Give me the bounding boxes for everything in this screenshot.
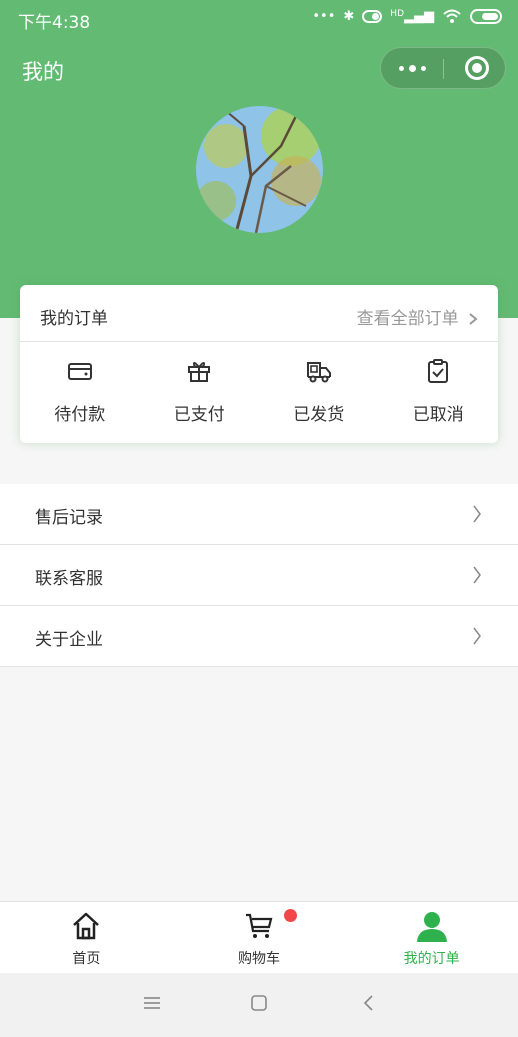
order-status-shipped[interactable]: 已发货 [259,342,379,442]
home-icon [73,912,100,940]
status-time: 下午4:38 [18,13,91,33]
order-card-header: 我的订单 查看全部订单 [20,285,498,342]
menu-item-about-company[interactable]: 关于企业 [0,606,518,667]
back-icon[interactable] [360,993,378,1013]
menu-icon[interactable] [143,993,161,1013]
capsule-divider [443,59,444,79]
order-status-list: 待付款 已支付 已发货 已取消 [20,342,498,442]
menu-item-label: 联系客服 [35,569,103,589]
dot-icon [408,64,416,72]
system-nav-bar [0,973,518,1037]
order-status-paid[interactable]: 已支付 [140,342,260,442]
chevron-right-icon [473,627,481,645]
order-status-label: 已取消 [412,405,464,425]
dot-icon [398,65,404,71]
signal-label: HD [390,8,404,19]
battery-icon [470,8,502,24]
tab-label: 购物车 [238,951,280,967]
order-status-cancelled[interactable]: 已取消 [379,342,499,442]
avatar-image [196,106,323,233]
truck-icon [306,362,331,383]
gift-icon [188,362,211,382]
order-card: 我的订单 查看全部订单 待付款 已支付 已发货 已取消 [20,285,498,443]
close-target-icon[interactable] [465,56,489,80]
order-status-label: 待付款 [54,405,106,425]
cart-icon [246,913,273,938]
settings-menu: 售后记录 联系客服 关于企业 [0,484,518,667]
order-status-label: 已发货 [293,405,345,425]
chevron-right-icon [469,313,478,325]
view-all-orders-link[interactable]: 查看全部订单 [357,304,478,329]
chevron-right-icon [473,566,481,584]
bluetooth-icon: ✱ [343,8,355,24]
status-bar: 下午4:38 ••• ✱ HD▂▄▆ [0,0,518,40]
miniprogram-capsule [380,47,506,89]
status-icons: ••• ✱ HD▂▄▆ [312,8,502,24]
tab-my-orders[interactable]: 我的订单 [345,902,518,973]
tab-label: 首页 [72,951,101,967]
order-status-pending-payment[interactable]: 待付款 [20,342,140,442]
wifi-icon [443,9,461,23]
avatar[interactable] [196,106,323,233]
order-title: 我的订单 [40,309,108,329]
menu-item-label: 关于企业 [35,630,103,650]
user-icon [416,912,447,942]
wallet-icon [67,363,92,380]
cart-badge-dot [284,909,297,922]
toggle-icon [362,9,383,23]
order-status-label: 已支付 [173,405,225,425]
tab-cart[interactable]: 购物车 [173,902,346,973]
clipboard-check-icon [428,359,449,383]
chevron-right-icon [473,505,481,523]
more-dots-icon: ••• [312,8,336,24]
page-title: 我的 [22,60,64,84]
menu-item-after-sales[interactable]: 售后记录 [0,484,518,545]
menu-item-customer-service[interactable]: 联系客服 [0,545,518,606]
tab-home[interactable]: 首页 [0,902,173,973]
tab-bar: 首页 购物车 我的订单 [0,901,518,973]
home-square-icon[interactable] [250,993,268,1013]
dot-icon [420,65,426,71]
tab-label: 我的订单 [403,951,460,967]
signal-icon: HD▂▄▆ [390,8,434,24]
menu-item-label: 售后记录 [35,508,103,528]
more-button[interactable] [381,48,443,88]
view-all-orders-label: 查看全部订单 [356,309,459,329]
